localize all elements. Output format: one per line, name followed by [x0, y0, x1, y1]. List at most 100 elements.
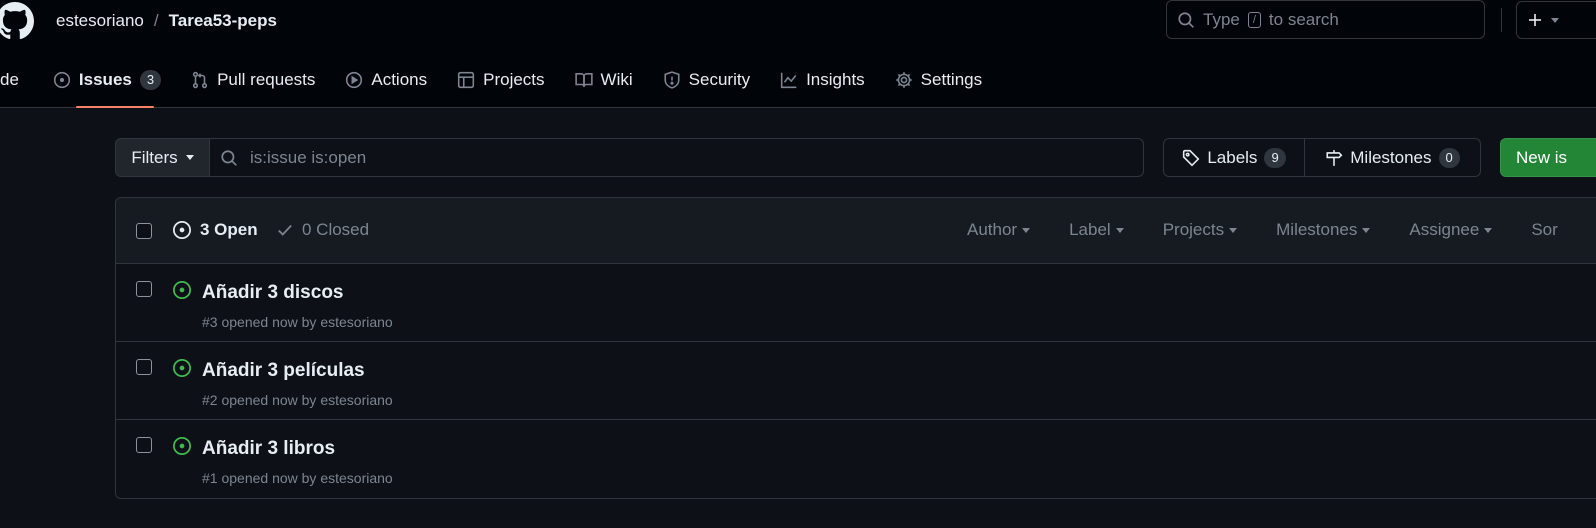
- milestones-button[interactable]: Milestones 0: [1304, 138, 1481, 177]
- chevron-down-icon: [1115, 227, 1124, 233]
- tab-security-label: Security: [688, 70, 751, 89]
- issue-meta: #3 opened now by estesoriano: [202, 314, 393, 330]
- tab-issues-label: Issues: [78, 70, 132, 89]
- select-all-checkbox[interactable]: [136, 223, 152, 239]
- issue-opened-icon: [173, 437, 191, 455]
- filters-label: Filters: [131, 147, 178, 167]
- milestones-label: Milestones: [1350, 147, 1432, 167]
- assignee-menu-label: Assignee: [1409, 220, 1480, 239]
- chevron-down-icon: [1484, 227, 1493, 233]
- repo-owner-link[interactable]: estesoriano: [56, 11, 144, 31]
- author-menu-label: Author: [967, 220, 1018, 239]
- tab-wiki[interactable]: Wiki: [560, 58, 648, 102]
- labels-count-badge: 9: [1264, 147, 1286, 168]
- tab-settings-label: Settings: [920, 70, 983, 89]
- assignee-menu[interactable]: Assignee: [1409, 220, 1493, 240]
- search-icon: [1178, 11, 1194, 28]
- tab-projects-label: Projects: [483, 70, 545, 89]
- tab-projects[interactable]: Projects: [442, 58, 559, 102]
- issue-opened-icon: [173, 221, 191, 239]
- issue-title-link[interactable]: Añadir 3 libros: [202, 438, 335, 460]
- issue-opened-icon: [173, 281, 191, 299]
- labels-label: Labels: [1207, 147, 1258, 167]
- open-issues-filter[interactable]: 3 Open: [172, 220, 258, 240]
- tab-actions[interactable]: Actions: [330, 58, 442, 102]
- git-pull-request-icon: [193, 71, 208, 89]
- issue-title-link[interactable]: Añadir 3 películas: [202, 360, 365, 382]
- issue-opened-icon: [173, 359, 191, 377]
- github-logo-icon[interactable]: [0, 2, 36, 40]
- issues-list: 3 Open 0 Closed Author Label Projects Mi…: [115, 197, 1596, 499]
- chevron-down-icon: [1229, 227, 1238, 233]
- issue-filter-input[interactable]: [250, 147, 1100, 168]
- labels-button[interactable]: Labels 9: [1163, 138, 1305, 177]
- tab-wiki-label: Wiki: [600, 70, 633, 89]
- table-row[interactable]: Añadir 3 libros #1 opened now by estesor…: [116, 420, 1596, 498]
- tab-actions-label: Actions: [371, 70, 428, 89]
- tab-insights-label: Insights: [806, 70, 865, 89]
- repo-nav: de Issues 3 Pull requests Actions Projec…: [0, 58, 997, 108]
- milestone-icon: [1326, 149, 1343, 166]
- tab-issues[interactable]: Issues 3: [38, 58, 176, 108]
- closed-count-label: 0 Closed: [302, 220, 370, 239]
- play-icon: [346, 71, 363, 89]
- issues-list-header: 3 Open 0 Closed Author Label Projects Mi…: [116, 198, 1596, 264]
- search-shortcut-key: /: [1247, 11, 1261, 28]
- label-menu-label: Label: [1069, 220, 1111, 239]
- issues-count-badge: 3: [139, 70, 162, 90]
- sort-menu[interactable]: Sor: [1531, 220, 1557, 240]
- issue-checkbox[interactable]: [136, 281, 152, 297]
- projects-menu[interactable]: Projects: [1162, 220, 1238, 240]
- sort-menu-label: Sor: [1531, 220, 1558, 239]
- issue-filter-field[interactable]: [209, 138, 1144, 177]
- list-filter-menus: Author Label Projects Milestones Assigne…: [967, 220, 1596, 240]
- create-new-button[interactable]: [1516, 1, 1596, 39]
- graph-icon: [780, 72, 797, 89]
- tag-icon: [1183, 149, 1200, 166]
- label-menu[interactable]: Label: [1069, 220, 1124, 240]
- issue-checkbox[interactable]: [136, 437, 152, 453]
- milestones-count-badge: 0: [1438, 147, 1460, 168]
- issue-opened-icon: [53, 71, 71, 89]
- author-menu[interactable]: Author: [967, 220, 1031, 240]
- tab-security[interactable]: Security: [648, 58, 765, 102]
- tab-insights[interactable]: Insights: [765, 58, 880, 102]
- issue-meta: #1 opened now by estesoriano: [202, 470, 393, 486]
- open-count-label: 3 Open: [200, 220, 258, 239]
- search-placeholder-suffix: to search: [1268, 9, 1339, 29]
- closed-issues-filter[interactable]: 0 Closed: [276, 220, 369, 240]
- filters-dropdown-button[interactable]: Filters: [115, 138, 210, 177]
- projects-menu-label: Projects: [1162, 220, 1225, 239]
- tab-pull-requests[interactable]: Pull requests: [176, 58, 330, 102]
- tab-code-label: de: [0, 70, 19, 89]
- global-search-input[interactable]: Type / to search: [1166, 0, 1485, 39]
- chevron-down-icon: [1022, 227, 1031, 233]
- tab-pull-requests-label: Pull requests: [217, 70, 316, 89]
- chevron-down-icon: [1362, 227, 1371, 233]
- repo-header: estesoriano / Tarea53-peps Type / to sea…: [0, 0, 1596, 108]
- breadcrumb: estesoriano / Tarea53-peps: [56, 11, 277, 31]
- milestones-menu[interactable]: Milestones: [1276, 220, 1371, 240]
- tab-settings[interactable]: Settings: [880, 58, 997, 102]
- issue-checkbox[interactable]: [136, 359, 152, 375]
- gear-icon: [895, 72, 912, 88]
- header-divider: [1501, 8, 1502, 32]
- repo-name-link[interactable]: Tarea53-peps: [169, 11, 277, 31]
- book-icon: [574, 73, 593, 87]
- issue-title-link[interactable]: Añadir 3 discos: [202, 282, 344, 304]
- new-issue-label: New is: [1516, 147, 1568, 167]
- table-row[interactable]: Añadir 3 discos #3 opened now by estesor…: [116, 264, 1596, 342]
- breadcrumb-separator: /: [153, 11, 159, 30]
- table-icon: [458, 71, 475, 89]
- chevron-down-icon: [1551, 17, 1559, 23]
- shield-icon: [664, 71, 680, 89]
- search-icon: [221, 149, 237, 166]
- milestones-menu-label: Milestones: [1276, 220, 1358, 239]
- new-issue-button[interactable]: New is: [1500, 138, 1596, 177]
- search-placeholder-prefix: Type: [1203, 9, 1240, 29]
- check-icon: [278, 224, 292, 236]
- tab-code[interactable]: de: [0, 58, 38, 102]
- table-row[interactable]: Añadir 3 películas #2 opened now by este…: [116, 342, 1596, 420]
- plus-icon: [1529, 14, 1541, 26]
- issue-meta: #2 opened now by estesoriano: [202, 392, 393, 408]
